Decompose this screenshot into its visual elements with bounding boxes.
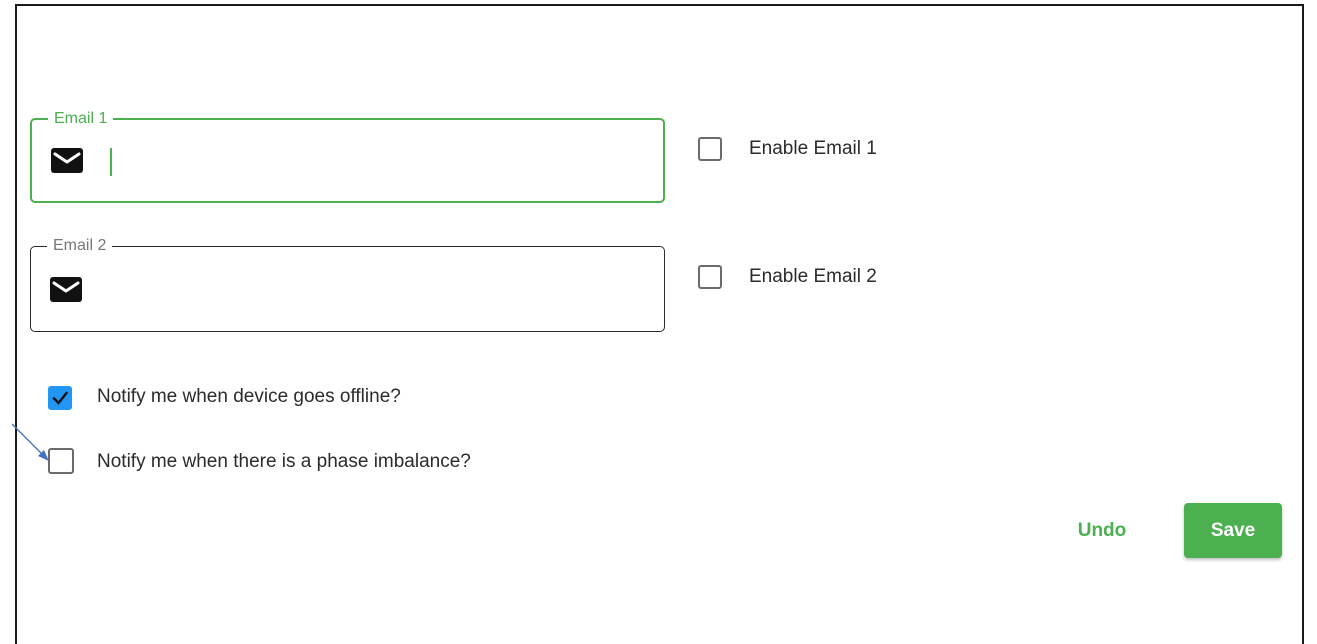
notify-phase-label: Notify me when there is a phase imbalanc… <box>97 451 471 472</box>
notify-offline-checkbox[interactable] <box>48 386 72 410</box>
email1-label: Email 1 <box>48 109 114 129</box>
undo-button[interactable]: Undo <box>1068 510 1136 552</box>
email2-field[interactable]: Email 2 <box>30 236 665 332</box>
email2-input[interactable] <box>107 267 631 309</box>
email-icon <box>50 277 82 302</box>
enable-email1-checkbox[interactable] <box>698 137 722 161</box>
save-button[interactable]: Save <box>1184 503 1282 558</box>
text-caret <box>110 148 112 176</box>
email1-field[interactable]: Email 1 <box>30 109 665 203</box>
enable-email2-label: Enable Email 2 <box>749 266 877 287</box>
email2-label: Email 2 <box>47 236 113 256</box>
annotation-arrow <box>11 423 49 461</box>
email1-input[interactable] <box>108 140 632 182</box>
checkmark-icon <box>52 391 69 405</box>
enable-email2-checkbox[interactable] <box>698 265 722 289</box>
enable-email1-label: Enable Email 1 <box>749 138 877 159</box>
email-icon <box>51 148 83 173</box>
notify-offline-label: Notify me when device goes offline? <box>97 386 401 407</box>
